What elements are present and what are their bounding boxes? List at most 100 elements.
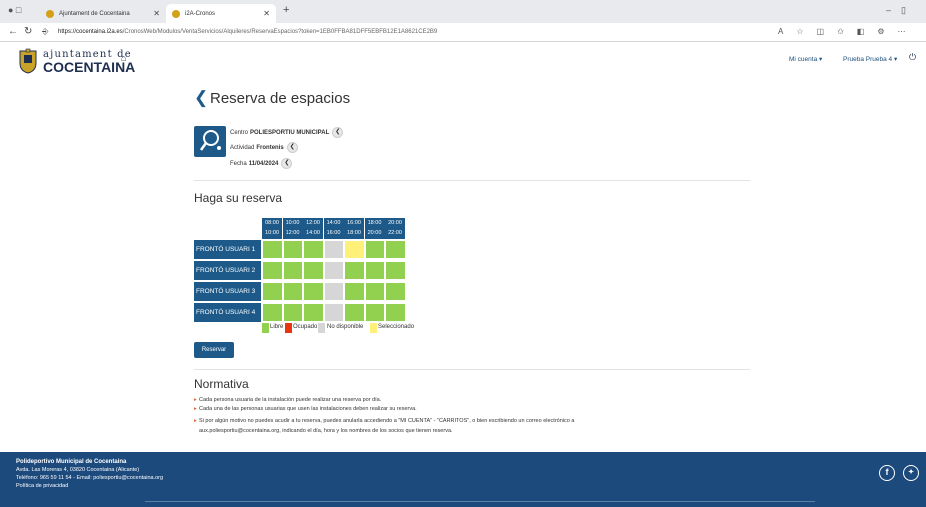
change-fecha-button[interactable]: ❮	[281, 158, 293, 169]
url-field[interactable]: https://cocentaina.i2a.es/CronosWeb/Modu…	[58, 26, 758, 39]
slot-cell-no-disponible	[323, 261, 344, 280]
footer-divider	[145, 501, 815, 502]
slot-cell-libre[interactable]	[385, 261, 406, 280]
lock-icon[interactable]: ⎆	[42, 27, 48, 37]
address-bar: ← ↻ ⎆ https://cocentaina.i2a.es/CronosWe…	[0, 23, 926, 42]
account-menu[interactable]: Mi cuenta ▾	[789, 55, 822, 63]
close-tab-icon[interactable]: ✕	[263, 9, 270, 18]
slot-cell-libre[interactable]	[282, 261, 303, 280]
site-favicon-icon	[46, 9, 54, 18]
slot-cell-libre[interactable]	[344, 261, 365, 280]
slot-end: 14:00	[306, 230, 320, 236]
fecha-label: Fecha	[230, 160, 247, 167]
url-host: https://cocentaina.i2a.es	[58, 29, 123, 35]
reservar-button[interactable]: Reservar	[194, 342, 234, 358]
change-centro-button[interactable]: ❮	[332, 127, 344, 138]
user-menu[interactable]: Prueba Prueba 4 ▾	[843, 55, 897, 63]
actividad-label: Actividad	[230, 144, 255, 151]
browser-tab-ajuntament[interactable]: Ajuntament de Cocentaina ✕	[46, 4, 166, 23]
court-label: FRONTÓ USUARI 4	[194, 303, 261, 322]
divider	[194, 369, 750, 370]
power-icon[interactable]: ⏻	[909, 52, 916, 63]
legend-ocupado-swatch	[285, 323, 292, 333]
profile-icon[interactable]: ● □	[8, 5, 21, 15]
time-slot-header: 10:00 12:00	[282, 218, 303, 239]
slot-cell-libre[interactable]	[262, 303, 283, 322]
slot-cell-libre[interactable]	[282, 303, 303, 322]
legend-no-disponible: No disponible	[327, 324, 364, 330]
url-path: /CronosWeb/Modulos/VentaServicios/Alquil…	[122, 29, 438, 35]
slot-start: 08:00	[265, 220, 279, 226]
slot-start: 12:00	[306, 220, 320, 226]
footer-contact[interactable]: Teléfono: 965 59 11 54 - Email: poliespo…	[16, 475, 163, 481]
legend-ocupado: Ocupado	[293, 324, 318, 330]
change-actividad-button[interactable]: ❮	[286, 142, 298, 153]
actividad-value: Frontenis	[256, 144, 284, 151]
slot-end: 10:00	[265, 230, 279, 236]
facebook-icon[interactable]: f	[879, 465, 895, 481]
legend-no-disponible-swatch	[318, 323, 325, 333]
centro-value: POLIESPORTIU MUNICIPAL	[250, 129, 330, 136]
time-slot-header: 20:00 22:00	[385, 218, 405, 239]
slot-cell-libre[interactable]	[303, 240, 324, 259]
browser-tab-cronos[interactable]: i2A-Cronos ✕	[166, 4, 276, 23]
coat-of-arms-icon[interactable]	[18, 48, 38, 74]
booking-title: Haga su reserva	[194, 191, 283, 205]
slot-end: 18:00	[347, 230, 361, 236]
home-icon[interactable]: ⌂	[121, 53, 126, 63]
tab-label: i2A-Cronos	[185, 10, 216, 17]
slot-end: 22:00	[388, 230, 402, 236]
time-slot-header: 12:00 14:00	[303, 218, 323, 239]
rule-item: Si por algún motivo no puedes acudir a t…	[194, 418, 574, 424]
slot-cell-libre[interactable]	[262, 240, 283, 259]
actividad-line: Actividad Frontenis ❮	[230, 142, 298, 153]
browser-toolbar-icons[interactable]: A☆◫✩◧⚙⋯	[778, 27, 919, 36]
privacy-link[interactable]: Política de privacidad	[16, 483, 68, 489]
time-slot-header: 14:00 16:00	[323, 218, 344, 239]
slot-cell-libre[interactable]	[385, 282, 406, 301]
slot-cell-libre[interactable]	[303, 261, 324, 280]
back-arrow-icon[interactable]: ←	[8, 26, 18, 37]
rule-item: Cada persona usuaria de la instalación p…	[194, 397, 381, 403]
close-tab-icon[interactable]: ✕	[153, 9, 160, 18]
slot-cell-libre[interactable]	[303, 282, 324, 301]
slot-cell-libre[interactable]	[364, 282, 385, 301]
footer-title: Polideportivo Municipal de Cocentaina	[16, 459, 127, 465]
slot-cell-libre[interactable]	[303, 303, 324, 322]
window-controls[interactable]: –▯	[886, 5, 916, 16]
court-label: FRONTÓ USUARI 1	[194, 240, 261, 259]
slot-cell-seleccionado[interactable]	[344, 240, 365, 259]
refresh-icon[interactable]: ↻	[24, 26, 32, 37]
rule-item: Cada una de las personas usuarias que us…	[194, 406, 417, 412]
slot-start: 14:00	[326, 220, 341, 226]
normativa-title: Normativa	[194, 377, 249, 391]
site-header: ajuntament de COCENTAINA ⌂ Mi cuenta ▾ P…	[0, 43, 926, 79]
slot-cell-libre[interactable]	[282, 282, 303, 301]
slot-cell-libre[interactable]	[364, 240, 385, 259]
back-chevron-icon[interactable]: ❮	[194, 88, 208, 108]
page-title: Reserva de espacios	[210, 90, 351, 107]
slot-cell-libre[interactable]	[282, 240, 303, 259]
rule-item-continuation[interactable]: aux.poliesportiu@cocentaina.org, indican…	[199, 428, 453, 434]
slot-end: 16:00	[326, 230, 341, 236]
new-tab-icon[interactable]: +	[283, 4, 289, 16]
centro-label: Centro	[230, 129, 249, 136]
slot-cell-libre[interactable]	[364, 261, 385, 280]
slot-start: 20:00	[388, 220, 402, 226]
browser-tab-bar: ● □ Ajuntament de Cocentaina ✕ i2A-Crono…	[0, 0, 926, 23]
slot-start: 16:00	[347, 220, 361, 226]
time-slot-header: 08:00 10:00	[262, 218, 282, 239]
legend-libre: Libre	[270, 324, 284, 330]
slot-cell-libre[interactable]	[385, 240, 406, 259]
slot-cell-libre[interactable]	[344, 303, 365, 322]
centro-line: Centro POLIESPORTIU MUNICIPAL ❮	[230, 127, 344, 138]
twitter-icon[interactable]: ✦	[903, 465, 919, 481]
fecha-line: Fecha 11/04/2024 ❮	[230, 158, 293, 169]
slot-cell-libre[interactable]	[262, 282, 283, 301]
slot-cell-no-disponible	[323, 282, 344, 301]
slot-cell-libre[interactable]	[262, 261, 283, 280]
slot-cell-libre[interactable]	[364, 303, 385, 322]
slot-cell-libre[interactable]	[344, 282, 365, 301]
slot-cell-libre[interactable]	[385, 303, 406, 322]
legend-seleccionado: Seleccionado	[378, 324, 415, 330]
